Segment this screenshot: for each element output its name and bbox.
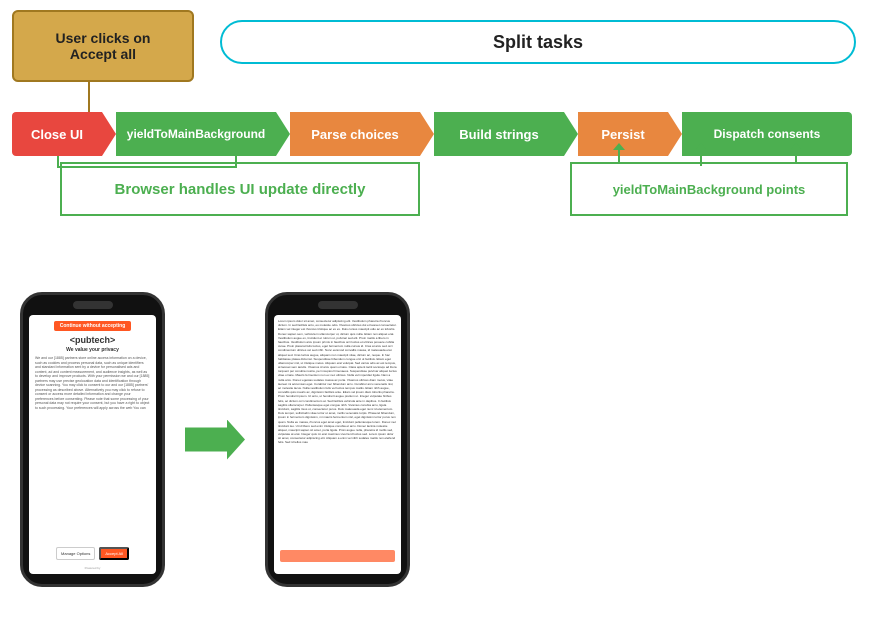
split-tasks-pill: Split tasks	[220, 20, 856, 64]
arrow2	[276, 112, 290, 156]
pipeline-dispatch-consents: Dispatch consents	[682, 112, 852, 156]
yield-vert-down	[700, 162, 702, 166]
pipeline-close-ui: Close UI	[12, 112, 102, 156]
user-click-box: User clicks on Accept all	[12, 10, 194, 82]
arrow4	[564, 112, 578, 156]
privacy-buttons: Manage Options Accept All	[56, 547, 129, 560]
conn-vert-down-left	[235, 156, 237, 168]
user-click-label: User clicks on Accept all	[56, 30, 151, 62]
privacy-screen: Continue without accepting <pubtech> We …	[29, 315, 156, 574]
arrow5	[668, 112, 682, 156]
phone-screen-2: Lorem ipsum dolor sit amet, consectetur …	[274, 315, 401, 574]
accept-all-button[interactable]: Accept All	[99, 547, 129, 560]
phone-notch-1	[73, 301, 113, 309]
arrow-shape	[185, 420, 245, 460]
upward-arrow-2	[700, 150, 702, 162]
split-tasks-label: Split tasks	[493, 32, 583, 53]
conn-close-ui-down	[57, 156, 59, 166]
phone-notch-2	[318, 301, 358, 309]
article-text: Lorem ipsum dolor sit amet, consectetur …	[274, 315, 401, 574]
arrow-down-left	[88, 82, 90, 112]
pipeline-build-strings: Build strings	[434, 112, 564, 156]
browser-handles-box: Browser handles UI update directly	[60, 162, 420, 216]
bottom-section: Continue without accepting <pubtech> We …	[0, 260, 888, 619]
privacy-logo: Powered by	[85, 566, 101, 570]
conn-horiz-left	[57, 166, 237, 168]
privacy-subtitle: We value your privacy	[66, 347, 119, 353]
upward-arrow-1	[618, 150, 620, 162]
manage-options-button[interactable]: Manage Options	[56, 547, 95, 560]
accept-highlight	[280, 550, 395, 562]
top-section: User clicks on Accept all Split tasks Cl…	[0, 0, 888, 260]
yield-horiz-line	[618, 162, 798, 164]
phone-mockup-1: Continue without accepting <pubtech> We …	[20, 292, 165, 587]
arrow3	[420, 112, 434, 156]
yield-points-box: yieldToMainBackground points	[570, 162, 848, 216]
pipeline-row: Close UI yieldToMainBackground Parse cho…	[12, 112, 876, 156]
continue-btn: Continue without accepting	[54, 321, 132, 331]
transition-arrow	[185, 420, 245, 460]
phone-screen-1: Continue without accepting <pubtech> We …	[29, 315, 156, 574]
privacy-body: We and our [1885] partners store online …	[33, 356, 152, 411]
pipeline-yield-main: yieldToMainBackground	[116, 112, 276, 156]
pipeline-parse-choices: Parse choices	[290, 112, 420, 156]
pubtech-brand: <pubtech>	[70, 335, 116, 345]
arrow1	[102, 112, 116, 156]
phone-mockup-2: Lorem ipsum dolor sit amet, consectetur …	[265, 292, 410, 587]
upward-arrow-3	[795, 150, 797, 162]
